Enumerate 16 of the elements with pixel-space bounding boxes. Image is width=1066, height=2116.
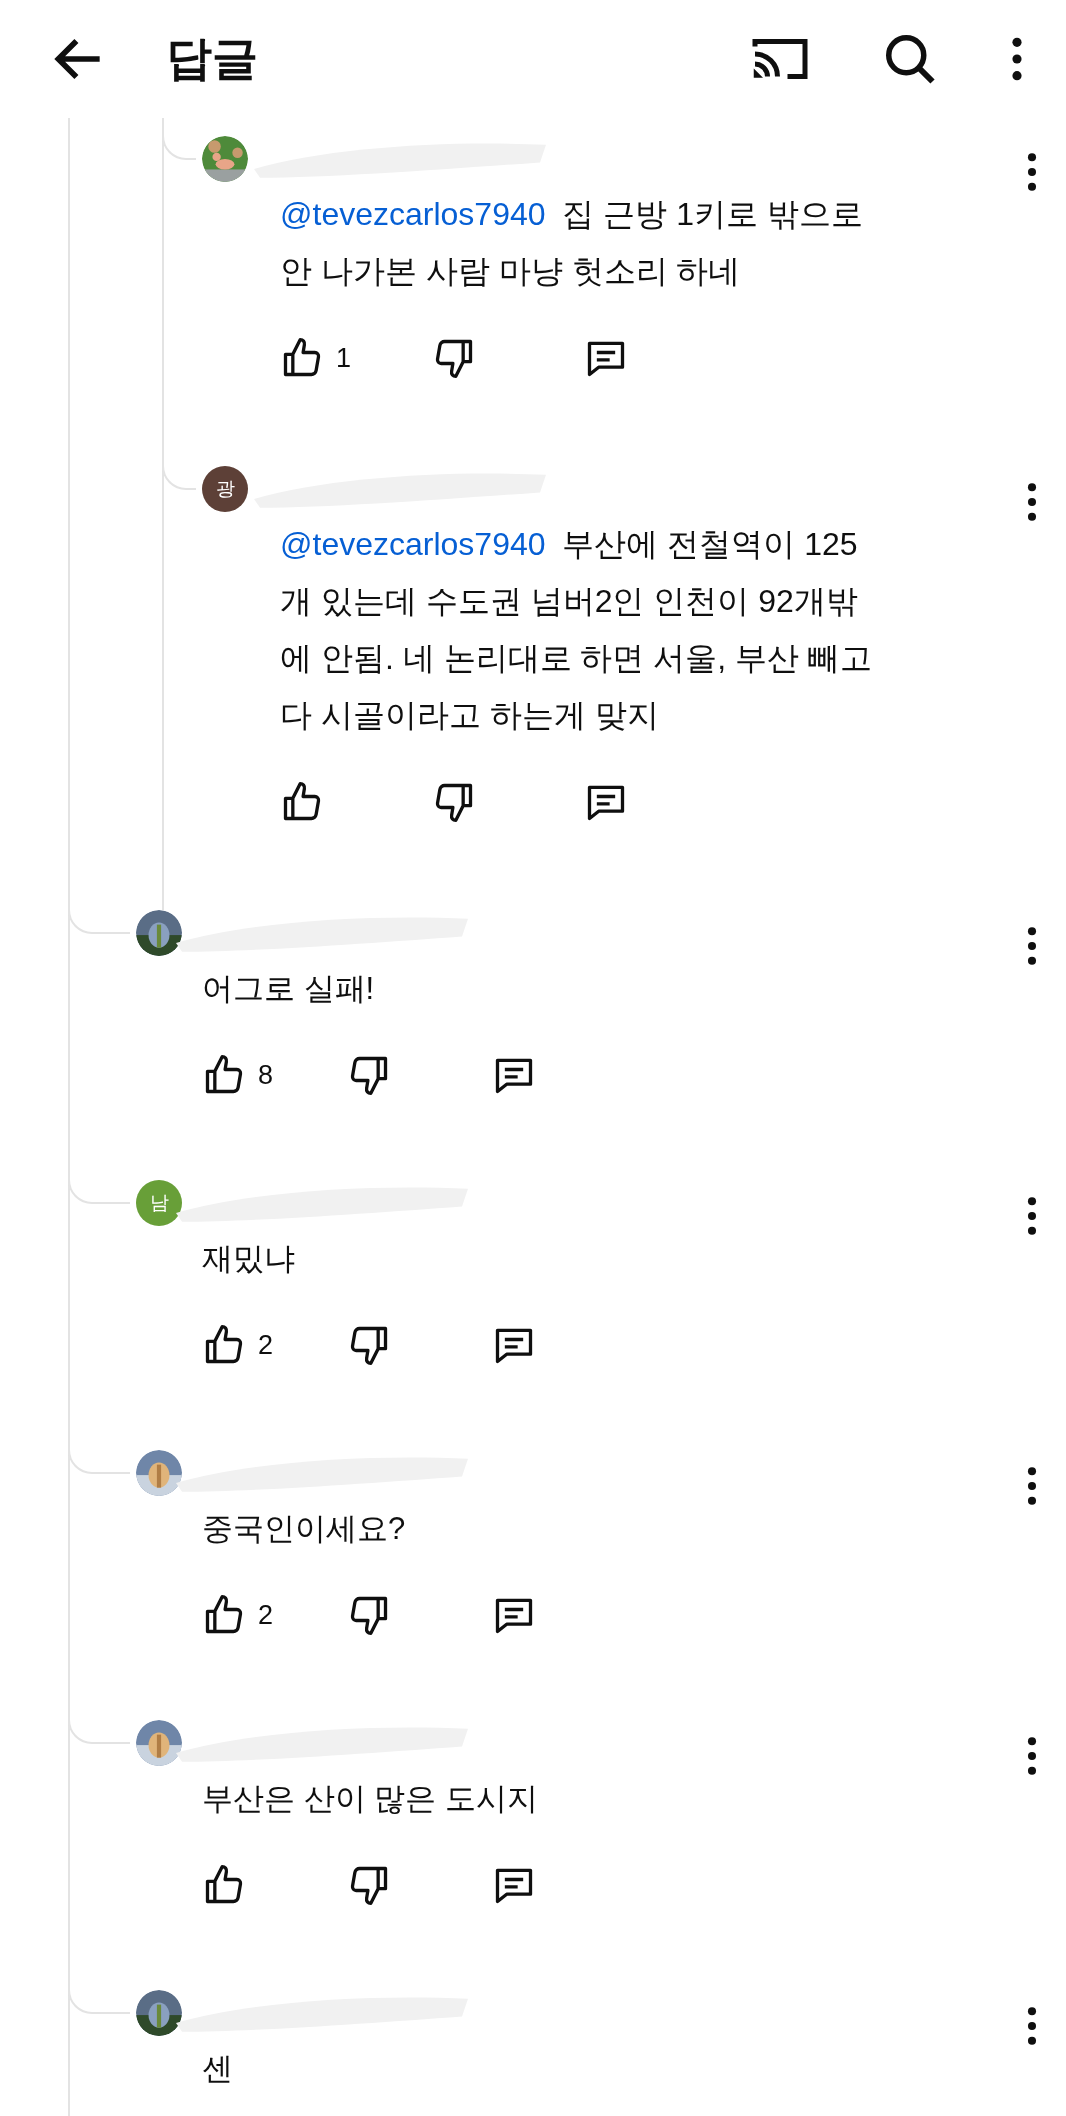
comment-text: @tevezcarlos7940 부산에 전철역이 125개 있는데 수도권 넘버2인 인천이 92개밖에 안됨. 네 논리대로 하면 서울, 부산 빼고 다 시골이라고 하는게 맞지 [280, 525, 873, 735]
comment-text: 부산은 산이 많은 도시지 [202, 1780, 539, 1818]
avatar[interactable]: 광 [202, 466, 248, 512]
mention-link[interactable]: @tevezcarlos7940 [280, 196, 546, 232]
comment-text: 어그로 실패! [202, 970, 376, 1008]
mention-link[interactable]: @tevezcarlos7940 [280, 526, 546, 562]
like-count: 8 [258, 1059, 274, 1091]
comment-text: 재밌냐 [202, 1240, 296, 1278]
avatar[interactable]: 남 [136, 1180, 182, 1226]
like-count: 2 [258, 1599, 274, 1631]
comment-text: 센 [202, 2050, 234, 2088]
page-title: 답글 [166, 31, 258, 86]
comment-text: @tevezcarlos7940 집 근방 1키로 밖으로 안 나가본 사람 마냥 헛소리 하네 [280, 195, 864, 291]
comment-text: 중국인이세요? [202, 1510, 407, 1548]
like-count: 1 [336, 342, 352, 374]
like-count: 2 [258, 1329, 274, 1361]
